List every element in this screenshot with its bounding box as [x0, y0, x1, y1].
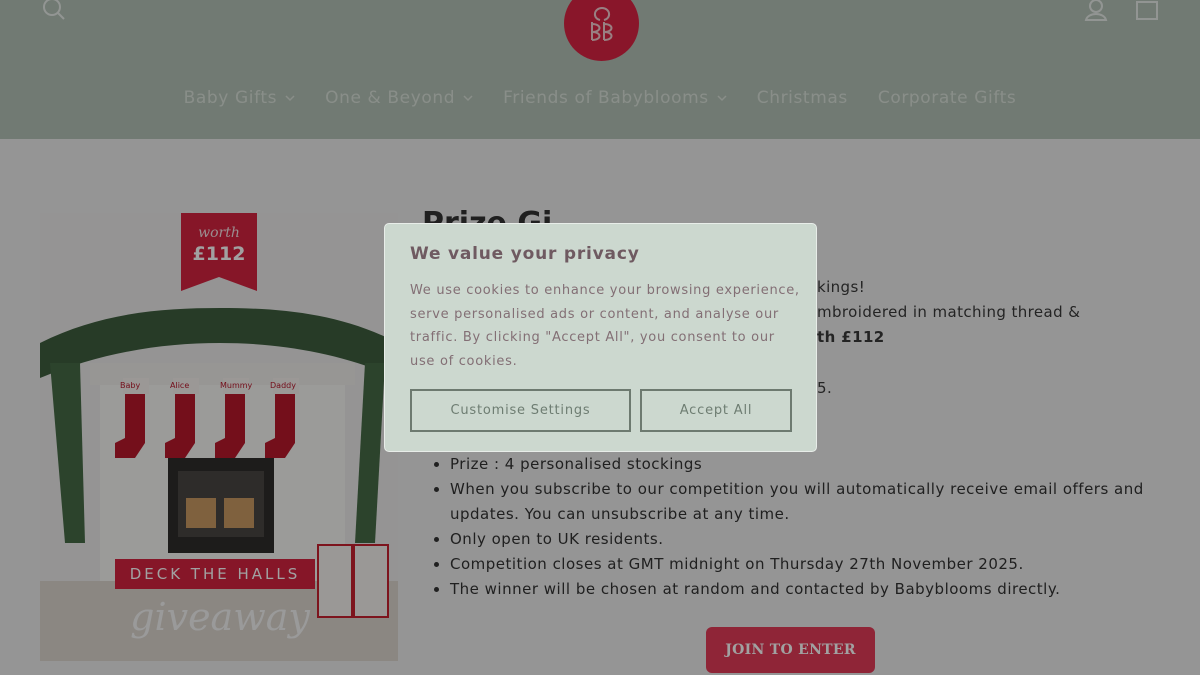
- accept-all-button[interactable]: Accept All: [640, 389, 792, 432]
- cookie-consent-dialog: We value your privacy We use cookies to …: [384, 223, 817, 452]
- customise-settings-button[interactable]: Customise Settings: [410, 389, 631, 432]
- dialog-body: We use cookies to enhance your browsing …: [410, 283, 800, 369]
- dialog-title: We value your privacy: [410, 244, 640, 264]
